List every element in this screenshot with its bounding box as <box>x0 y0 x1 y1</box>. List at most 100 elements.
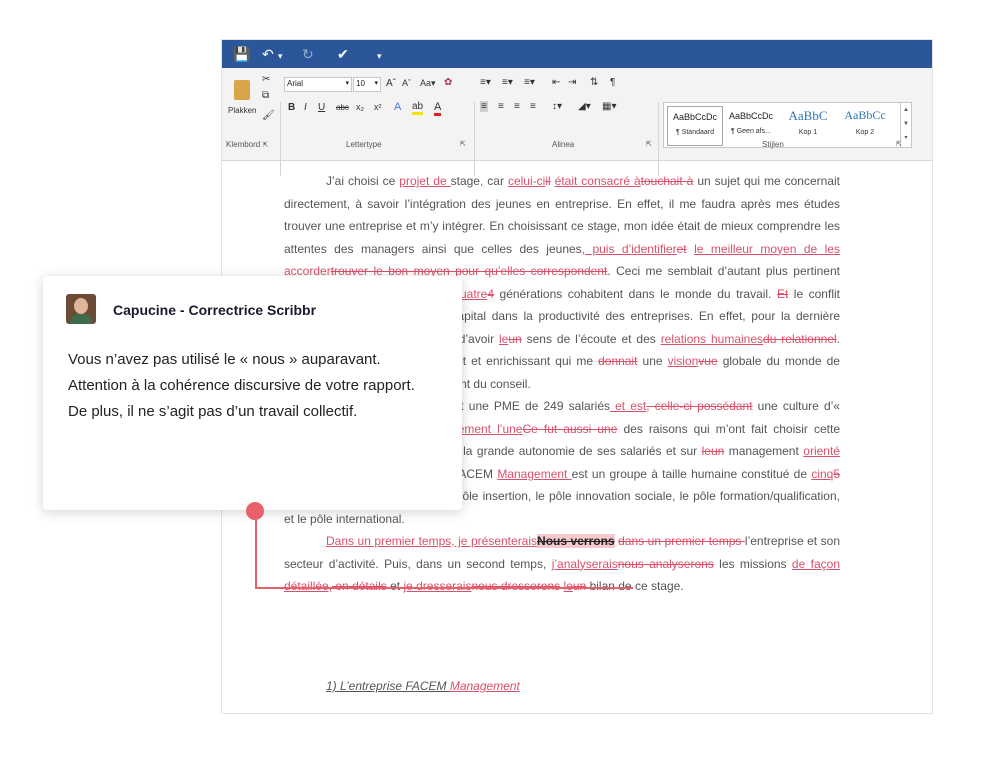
deletion-text: Et <box>776 286 789 301</box>
clipboard-group-label: Klembord ⇱ <box>226 140 269 149</box>
cut-icon[interactable]: ✂ <box>262 74 270 85</box>
customize-toolbar-icon[interactable]: ▾ <box>377 47 382 65</box>
deletion-text: un <box>508 331 522 346</box>
dialog-launcher-icon[interactable]: ⇱ <box>896 140 902 148</box>
line-spacing-icon[interactable]: ↕▾ <box>552 101 562 112</box>
font-name-value: Arial <box>287 79 304 88</box>
undo-icon[interactable]: ↶ <box>262 45 274 63</box>
increase-indent-icon[interactable]: ⇥ <box>568 77 576 88</box>
save-icon[interactable]: 💾 <box>233 45 250 63</box>
font-name-select[interactable]: Arial ▾ <box>284 77 352 92</box>
multilevel-list-icon[interactable]: ≡▾ <box>524 77 535 88</box>
text-run: générations cohabitent dans le monde du … <box>494 286 777 301</box>
font-size-select[interactable]: 10 ▾ <box>353 77 381 92</box>
bullets-icon[interactable]: ≡▾ <box>480 77 491 88</box>
align-center-icon[interactable]: ≡ <box>498 101 504 112</box>
chevron-down-icon: ▾ <box>345 80 349 87</box>
deletion-text: leun <box>701 444 725 458</box>
text-run: une <box>637 354 668 368</box>
dialog-launcher-icon[interactable]: ⇱ <box>262 142 268 149</box>
text-run: est une PME de 249 salariés <box>442 399 610 413</box>
style-preview: AaBbCcDc <box>672 112 717 122</box>
styles-group-label: Stijlen <box>762 140 784 149</box>
comment-text: Vous n’avez pas utilisé le « nous » aupa… <box>68 351 415 420</box>
change-case-icon[interactable]: Aa▾ <box>420 78 436 89</box>
clear-formatting-icon[interactable]: ✿ <box>444 77 452 88</box>
dialog-launcher-icon[interactable]: ⇱ <box>646 140 652 148</box>
numbering-icon[interactable]: ≡▾ <box>502 77 513 88</box>
text-run: bilan de ce stage. <box>586 579 684 593</box>
format-painter-icon[interactable]: 🖌 <box>262 110 275 121</box>
style-name: ¶ Geen afs... <box>731 128 771 135</box>
undo-dropdown-icon[interactable]: ▾ <box>278 47 283 65</box>
style-kop-2[interactable]: AaBbCc Kop 2 <box>838 106 892 144</box>
superscript-icon[interactable]: x² <box>374 102 382 112</box>
strikethrough-icon[interactable]: abc <box>336 103 349 112</box>
insertion-text: le <box>499 331 509 346</box>
comment-card[interactable]: Capucine - Correctrice Scribbr Vous n’av… <box>43 276 462 510</box>
comment-anchor-dot[interactable] <box>246 502 264 520</box>
insertion-text: celui-ci <box>507 174 546 188</box>
style-kop-1[interactable]: AaBbC Kop 1 <box>781 106 835 144</box>
text-run <box>687 242 694 256</box>
subscript-icon[interactable]: x₂ <box>356 102 364 112</box>
text-run: est un groupe à taille humaine constitué… <box>571 466 812 481</box>
copy-icon[interactable]: ⧉ <box>262 90 269 101</box>
deletion-text: 5 <box>833 466 841 481</box>
text-run: stage <box>450 174 480 188</box>
text-run: . Ceci me semblait d’autant plus pertine… <box>607 264 840 278</box>
font-color-icon[interactable]: A <box>434 101 442 116</box>
text-run: management <box>724 444 804 458</box>
text-run: car <box>483 174 508 188</box>
style-name: Kop 1 <box>798 129 818 136</box>
redo-icon[interactable]: ↻ <box>302 45 314 63</box>
deletion-text: donnait <box>598 354 638 368</box>
insertion-text: Management <box>497 466 572 481</box>
deletion-text: nous analyserons <box>617 556 714 571</box>
style-standaard[interactable]: AaBbCcDc ¶ Standaard <box>667 106 723 146</box>
bold-icon[interactable]: B <box>288 102 295 113</box>
deletion-text: Ce fut aussi une <box>522 421 618 436</box>
sort-icon[interactable]: ⇅ <box>590 77 598 88</box>
text-run: J’ai choisi ce <box>326 174 400 188</box>
style-preview: AaBbCc <box>844 108 886 122</box>
title-bar: 💾 ↶ ▾ ↻ ✔ ▾ <box>222 40 932 68</box>
deletion-text: et <box>676 241 687 256</box>
highlighted-text: Nous verrons <box>537 534 615 548</box>
style-name: ¶ Standaard <box>675 129 714 136</box>
grow-font-icon[interactable]: Aˆ <box>386 78 396 89</box>
deletion-text: , celle-ci possédant <box>646 399 753 413</box>
underline-icon[interactable]: U <box>318 102 325 113</box>
borders-icon[interactable]: ▦▾ <box>602 101 616 112</box>
style-preview: AaBbCcDc <box>728 111 773 121</box>
dialog-launcher-icon[interactable]: ⇱ <box>460 140 466 148</box>
italic-icon[interactable]: I <box>304 102 307 113</box>
shading-icon[interactable]: ◢▾ <box>578 101 591 112</box>
font-size-value: 10 <box>356 79 365 88</box>
check-icon[interactable]: ✔ <box>337 45 349 63</box>
insertion-text: Dans un premier temps, je présenterais <box>326 534 538 548</box>
deletion-text: en détails <box>332 579 387 593</box>
highlight-icon[interactable]: ab <box>412 101 424 115</box>
paste-button[interactable]: Plakken <box>228 76 262 126</box>
align-left-icon[interactable]: ≡ <box>480 101 488 112</box>
insertion-text: j’analyserais <box>551 556 618 571</box>
comment-author: Capucine - Correctrice Scribbr <box>113 302 317 318</box>
insertion-text: était consacré à <box>554 174 641 188</box>
align-right-icon[interactable]: ≡ <box>514 101 520 112</box>
shrink-font-icon[interactable]: Aˇ <box>402 78 411 88</box>
show-marks-icon[interactable]: ¶ <box>610 77 615 88</box>
style-preview: AaBbC <box>788 108 828 123</box>
deletion-text: nous dresserons <box>471 579 561 593</box>
text-run: d’avoir <box>458 331 499 346</box>
font-group-label: Lettertype <box>346 140 382 149</box>
section-heading: 1) L’entreprise FACEM Management <box>326 679 520 693</box>
text-run: sens de l’écoute et des <box>521 331 661 346</box>
chevron-down-icon: ▾ <box>374 80 378 87</box>
paragraph-group-label: Alinea <box>552 140 575 149</box>
deletion-text: du relationnel <box>763 331 837 346</box>
justify-icon[interactable]: ≡ <box>530 101 536 112</box>
text-effects-icon[interactable]: A <box>394 101 401 113</box>
style-geen-afstand[interactable]: AaBbCcDc ¶ Geen afs... <box>724 106 778 144</box>
decrease-indent-icon[interactable]: ⇤ <box>552 77 560 88</box>
